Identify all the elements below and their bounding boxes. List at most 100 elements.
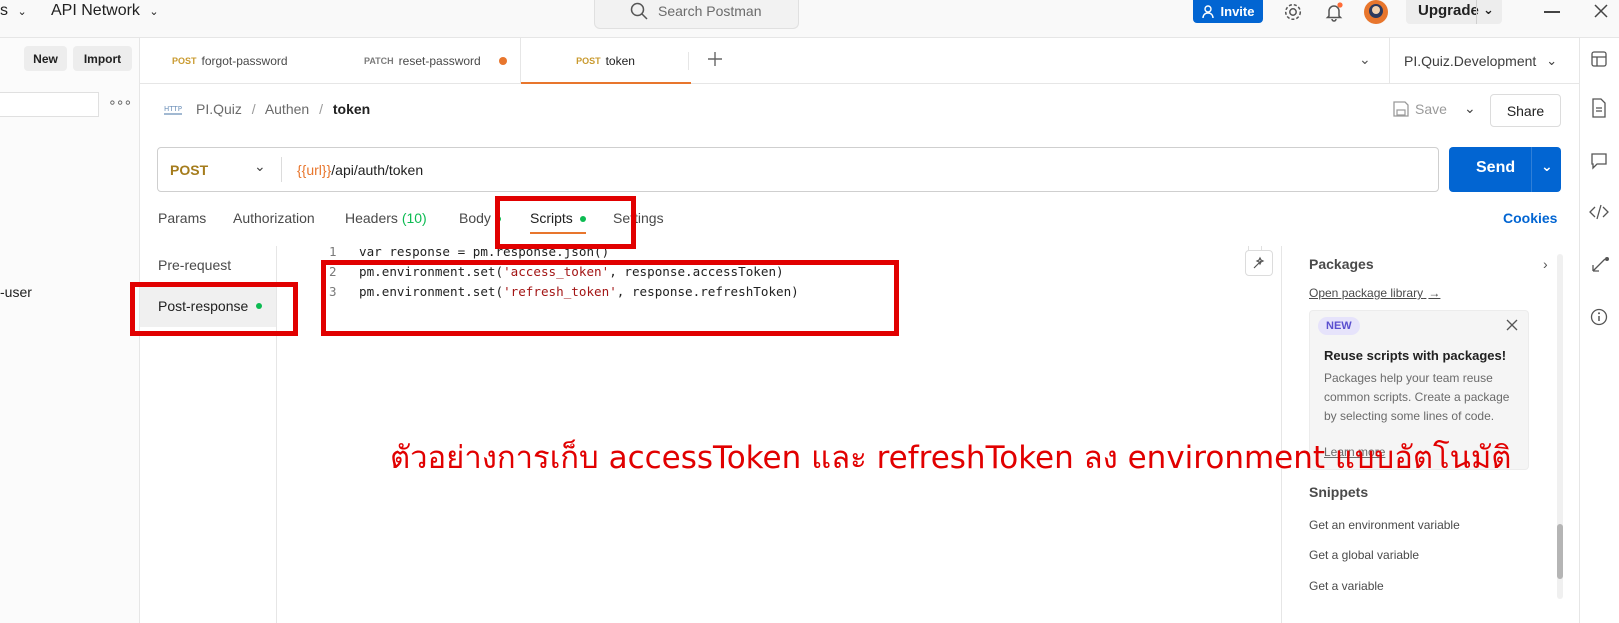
library-link-label: Open package library <box>1309 286 1424 300</box>
snippet-item[interactable]: Get an environment variable <box>1309 518 1460 532</box>
more-options-icon[interactable]: ∘∘∘ <box>108 94 132 111</box>
bell-icon[interactable] <box>1324 2 1344 22</box>
chevron-down-icon[interactable]: ⌄ <box>1464 100 1476 117</box>
chevron-down-icon[interactable]: ⌄ <box>1541 158 1553 175</box>
add-user-icon <box>1201 4 1216 19</box>
new-badge: NEW <box>1318 317 1360 335</box>
snippet-item[interactable]: Get a global variable <box>1309 548 1419 562</box>
gear-icon[interactable] <box>1283 2 1303 22</box>
tab-headers[interactable]: Headers (10) <box>345 210 427 226</box>
divider <box>1476 0 1477 24</box>
api-network-menu[interactable]: API Network ⌄ <box>51 2 159 20</box>
api-network-label: API Network <box>51 2 140 19</box>
chevron-down-icon[interactable]: ⌄ <box>1483 2 1494 18</box>
chevron-down-icon: ⌄ <box>254 158 266 174</box>
annotation-text: ตัวอย่างการเก็บ accessToken และ refreshT… <box>390 440 1512 476</box>
highlight-box-code <box>321 260 899 336</box>
tab-reset-password[interactable]: PATCH reset-password <box>364 38 507 84</box>
beautify-button[interactable] <box>1245 250 1273 276</box>
breadcrumb: PI.Quiz / Authen / token <box>196 101 370 117</box>
share-button[interactable]: Share <box>1490 94 1561 127</box>
packages-title: Packages <box>1309 256 1374 272</box>
environment-quicklook-icon[interactable] <box>1590 50 1608 68</box>
url-variable: {{url}} <box>297 161 332 178</box>
minimize-icon[interactable] <box>1544 11 1560 13</box>
line-number: 1 <box>329 244 337 259</box>
tab-token[interactable]: POST token <box>520 38 691 84</box>
workspaces-menu-label: s <box>0 2 8 19</box>
close-icon[interactable] <box>1593 3 1609 19</box>
pre-request-item[interactable]: Pre-request <box>158 257 231 273</box>
related-collections-icon[interactable] <box>1590 256 1610 274</box>
breadcrumb-request[interactable]: token <box>333 101 370 117</box>
code-icon[interactable] <box>1589 204 1609 220</box>
search-box[interactable]: Search Postman <box>594 0 799 29</box>
tab-label: token <box>605 54 635 68</box>
close-icon[interactable] <box>1506 319 1518 331</box>
tab-params[interactable]: Params <box>158 210 206 226</box>
divider <box>688 52 689 70</box>
tab-method: POST <box>172 56 197 66</box>
environment-label: PI.Quiz.Development <box>1404 53 1537 69</box>
chevron-down-icon: ⌄ <box>1546 53 1558 68</box>
snippet-item[interactable]: Get a variable <box>1309 579 1384 593</box>
avatar[interactable] <box>1362 0 1390 26</box>
tab-authorization[interactable]: Authorization <box>233 210 315 226</box>
save-button[interactable]: Save <box>1393 101 1447 117</box>
documentation-icon[interactable] <box>1591 98 1607 118</box>
invite-label: Invite <box>1220 4 1255 19</box>
open-package-library-link[interactable]: Open package library → <box>1309 286 1440 300</box>
breadcrumb-collection[interactable]: PI.Quiz <box>196 101 242 117</box>
arrow-right-icon: → <box>1428 286 1441 300</box>
tab-method: PATCH <box>364 56 394 66</box>
divider <box>281 157 282 182</box>
upgrade-button[interactable]: Upgrade ⌄ <box>1406 0 1502 24</box>
active-tab-underline <box>521 82 691 84</box>
share-label: Share <box>1506 102 1545 119</box>
scrollbar-thumb[interactable] <box>1557 524 1563 579</box>
tab-method: POST <box>576 56 601 66</box>
tab-forgot-password[interactable]: POST forgot-password <box>172 38 288 84</box>
breadcrumb-separator: / <box>319 101 323 117</box>
import-label: Import <box>83 51 122 66</box>
url-path: /api/auth/token <box>331 161 424 178</box>
divider <box>1531 147 1532 192</box>
headers-count: (10) <box>401 210 427 226</box>
highlight-box-scripts <box>495 196 636 249</box>
card-text: Packages help your team reuse common scr… <box>1324 371 1510 423</box>
import-button[interactable]: Import <box>73 46 132 71</box>
environment-select[interactable]: PI.Quiz.Development ⌄ <box>1389 38 1579 84</box>
breadcrumb-folder[interactable]: Authen <box>265 101 309 117</box>
right-icon-rail <box>1579 38 1619 623</box>
sidebar-item-label[interactable]: -user <box>0 284 32 300</box>
new-button[interactable]: New <box>24 46 67 71</box>
svg-text:HTTP: HTTP <box>164 105 182 113</box>
chevron-down-icon: ⌄ <box>149 6 159 18</box>
tab-label: forgot-password <box>201 54 288 68</box>
sidebar-search-input[interactable] <box>0 92 99 117</box>
url-bar: POST ⌄ {{url}} /api/auth/token <box>157 147 1439 192</box>
unsaved-dot <box>498 57 507 65</box>
panel-scrollbar[interactable] <box>1557 254 1563 599</box>
chevron-down-icon: ⌄ <box>17 6 27 18</box>
invite-button[interactable]: Invite <box>1193 0 1263 23</box>
send-button[interactable]: Send ⌄ <box>1449 147 1561 192</box>
beautify-icon <box>1252 256 1266 270</box>
send-label: Send <box>1476 159 1516 176</box>
cookies-link[interactable]: Cookies <box>1503 210 1557 226</box>
tab-body-label: Body <box>459 210 491 226</box>
upgrade-label: Upgrade <box>1418 2 1479 19</box>
method-label: POST <box>170 161 209 178</box>
new-label: New <box>33 51 58 66</box>
chevron-right-icon[interactable]: › <box>1543 256 1548 272</box>
method-select[interactable]: POST ⌄ <box>170 148 278 191</box>
info-icon[interactable] <box>1590 308 1608 326</box>
snippets-title: Snippets <box>1309 484 1369 500</box>
request-tabs-bar: POST forgot-password PATCH reset-passwor… <box>140 38 1579 84</box>
url-input[interactable]: {{url}} /api/auth/token <box>297 148 1427 191</box>
comments-icon[interactable] <box>1590 152 1608 170</box>
chevron-down-icon[interactable]: ⌄ <box>1359 51 1371 68</box>
workspaces-menu[interactable]: s ⌄ <box>0 2 27 20</box>
plus-icon[interactable] <box>706 50 724 68</box>
tab-headers-label: Headers <box>345 210 398 226</box>
